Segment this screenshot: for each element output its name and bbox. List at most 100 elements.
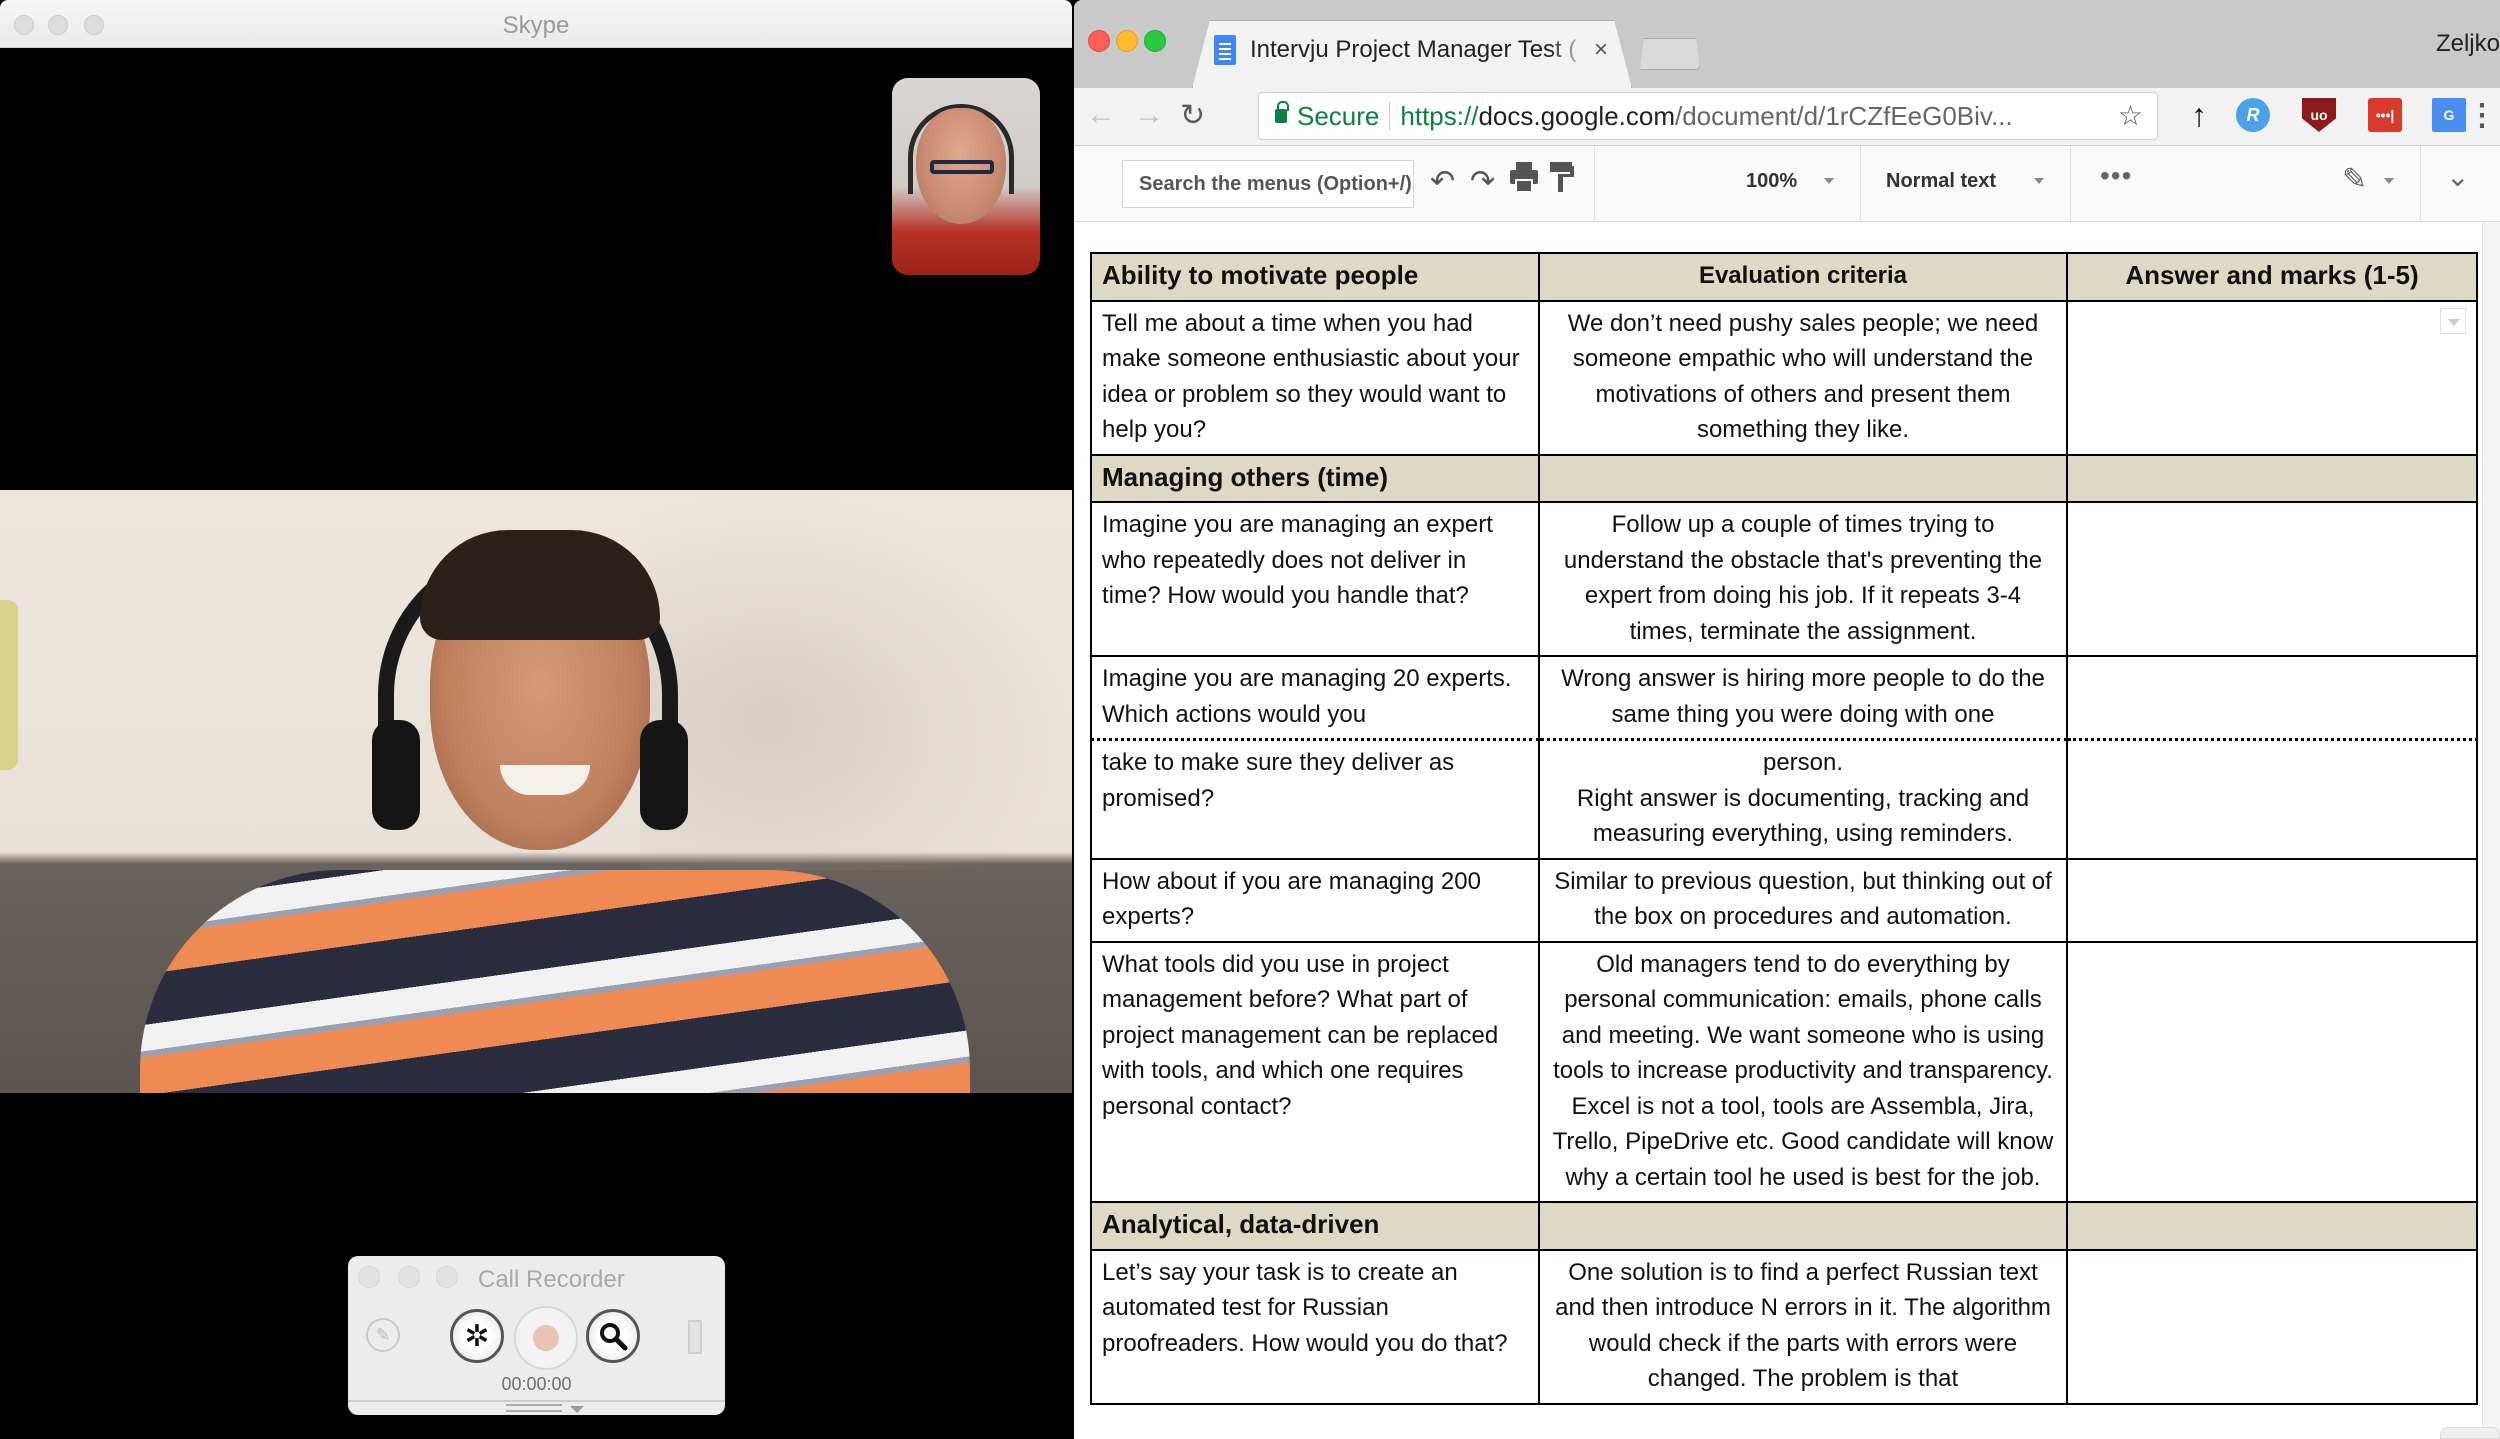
toolbar-separator <box>2420 146 2421 222</box>
hair <box>420 530 660 640</box>
lock-icon[interactable] <box>1275 101 1289 123</box>
headphone-cup-right <box>640 720 688 830</box>
pencil-icon[interactable]: ✎ <box>366 1318 400 1352</box>
close-button[interactable] <box>1088 30 1110 52</box>
tab-docs-content[interactable]: Intervju Project Manager Test ( × <box>1214 30 1614 70</box>
striped-shirt <box>140 870 970 1093</box>
question-cell[interactable]: What tools did you use in project manage… <box>1090 940 1540 1203</box>
tab-bar: Intervju Project Manager Test ( × Zeljko <box>1074 0 2500 88</box>
criteria-cell[interactable]: One solution is to find a perfect Russia… <box>1538 1248 2068 1405</box>
level-meter <box>688 1320 702 1354</box>
section-title[interactable]: Analytical, data-driven <box>1090 1201 1540 1251</box>
reload-icon[interactable]: ↻ <box>1180 98 1205 133</box>
google-translate-icon[interactable]: G <box>2432 98 2466 132</box>
explore-button[interactable] <box>2440 1427 2500 1439</box>
document-canvas[interactable]: Ability to motivate people Evaluation cr… <box>1074 222 2500 1439</box>
r-extension-icon[interactable]: R <box>2236 98 2270 132</box>
answer-cell[interactable] <box>2066 940 2478 1203</box>
remote-video <box>0 490 1072 1093</box>
collapse-chevron-icon[interactable]: ⌄ <box>2446 160 2469 193</box>
question-cell[interactable]: Let’s say your task is to create an auto… <box>1090 1248 1540 1405</box>
editing-mode-caret[interactable] <box>2384 178 2394 184</box>
secure-label[interactable]: Secure <box>1297 101 1379 132</box>
menu-search-input[interactable]: Search the menus (Option+/) <box>1122 160 1414 208</box>
more-options-icon[interactable]: ••• <box>2100 160 2132 192</box>
section-empty-cell[interactable] <box>1538 453 2068 503</box>
forward-arrow-icon[interactable]: → <box>1134 98 1164 132</box>
section-title[interactable]: Managing others (time) <box>1090 453 1540 503</box>
address-bar[interactable]: Secure https://docs.google.com/document/… <box>1258 92 2158 140</box>
google-docs-icon <box>1214 35 1236 65</box>
section-empty-cell[interactable] <box>2066 1201 2478 1251</box>
section-empty-cell[interactable] <box>1538 1201 2068 1251</box>
question-cell[interactable]: Imagine you are managing an expert who r… <box>1090 501 1540 657</box>
record-button[interactable] <box>514 1306 578 1370</box>
drawer-handle[interactable] <box>506 1404 562 1412</box>
chrome-menu-icon[interactable]: ⋮ <box>2467 98 2497 132</box>
editing-mode-pencil-icon[interactable]: ✎ <box>2342 162 2367 197</box>
criteria-cell[interactable]: Wrong answer is hiring more people to do… <box>1538 655 2068 741</box>
redo-icon[interactable]: ↷ <box>1470 164 1495 199</box>
paint-format-icon[interactable] <box>1548 160 1576 202</box>
criteria-line: person. <box>1762 749 1844 776</box>
toolbar-separator <box>1594 146 1595 222</box>
skype-window: Skype Call Recorder ✎ ✲ 00:00:00 <box>0 0 1072 1439</box>
self-video-preview[interactable] <box>892 78 1040 275</box>
question-cell[interactable]: take to make sure they deliver as promis… <box>1090 738 1540 860</box>
call-recorder-minimize[interactable] <box>398 1266 420 1288</box>
answer-cell[interactable] <box>2066 501 2478 657</box>
answer-cell[interactable] <box>2066 1248 2478 1405</box>
upload-arrow-icon[interactable]: ↑ <box>2182 97 2216 133</box>
bookmark-star-icon[interactable]: ☆ <box>2118 99 2143 132</box>
gear-icon[interactable]: ✲ <box>450 1309 504 1363</box>
profile-name[interactable]: Zeljko <box>2436 30 2500 58</box>
lastpass-icon[interactable]: •••| <box>2368 98 2402 132</box>
print-icon[interactable] <box>1508 160 1540 202</box>
background-object <box>0 600 18 770</box>
url-host: docs.google.com <box>1478 100 1675 131</box>
style-dropdown-caret[interactable] <box>2034 178 2044 184</box>
search-icon[interactable] <box>586 1309 640 1363</box>
url-text[interactable]: https://docs.google.com/document/d/1rCZf… <box>1400 101 2012 132</box>
answer-cell[interactable] <box>2066 738 2478 860</box>
question-cell[interactable]: Tell me about a time when you had make s… <box>1090 299 1540 456</box>
undo-icon[interactable]: ↶ <box>1430 164 1455 199</box>
zoom-select[interactable]: 100% <box>1746 170 1797 193</box>
answer-cell[interactable] <box>2066 857 2478 943</box>
cell-dropdown-icon[interactable] <box>2440 307 2466 334</box>
headphone-cup-left <box>372 720 420 830</box>
criteria-cell[interactable]: Follow up a couple of times trying to un… <box>1538 501 2068 657</box>
answer-cell[interactable] <box>2066 655 2478 741</box>
question-cell[interactable]: Imagine you are managing 20 experts. Whi… <box>1090 655 1540 741</box>
docs-toolbar: Search the menus (Option+/) ↶ ↷ 100% Nor… <box>1074 146 2500 222</box>
table-row: How about if you are managing 200 expert… <box>1090 857 2478 943</box>
zoom-button[interactable] <box>1144 30 1166 52</box>
skype-titlebar[interactable]: Skype <box>0 0 1072 48</box>
call-recorder-panel: Call Recorder ✎ ✲ 00:00:00 <box>348 1256 725 1415</box>
header-answer-marks[interactable]: Answer and marks (1-5) <box>2066 252 2478 302</box>
criteria-cell[interactable]: Old managers tend to do everything by pe… <box>1538 940 2068 1203</box>
back-arrow-icon[interactable]: ← <box>1086 98 1116 132</box>
zoom-dropdown-caret[interactable] <box>1824 178 1834 184</box>
table-row: What tools did you use in project manage… <box>1090 940 2478 1203</box>
header-competency[interactable]: Ability to motivate people <box>1090 252 1540 302</box>
section-empty-cell[interactable] <box>2066 453 2478 503</box>
criteria-cell[interactable]: Similar to previous question, but thinki… <box>1538 857 2068 943</box>
new-tab-button[interactable] <box>1634 38 1700 70</box>
criteria-cell[interactable]: person. Right answer is documenting, trac… <box>1538 738 2068 860</box>
minimize-button[interactable] <box>1116 30 1138 52</box>
glasses <box>930 160 994 174</box>
call-recorder-zoom[interactable] <box>436 1266 458 1288</box>
toolbar-separator <box>2070 146 2071 222</box>
desktop: Skype Call Recorder ✎ ✲ 00:00:00 Intervj… <box>0 0 2500 1439</box>
call-recorder-close[interactable] <box>358 1266 380 1288</box>
criteria-cell[interactable]: We don’t need pushy sales people; we nee… <box>1538 299 2068 456</box>
document-scrollbar[interactable] <box>2482 222 2500 1439</box>
expand-arrow-icon[interactable] <box>570 1406 584 1413</box>
tab-close-icon[interactable]: × <box>1594 36 1608 64</box>
style-select[interactable]: Normal text <box>1886 170 1996 193</box>
header-evaluation-criteria[interactable]: Evaluation criteria <box>1538 252 2068 302</box>
question-cell[interactable]: How about if you are managing 200 expert… <box>1090 857 1540 943</box>
answer-cell[interactable] <box>2066 299 2478 456</box>
ublock-icon[interactable]: uo <box>2302 98 2336 132</box>
